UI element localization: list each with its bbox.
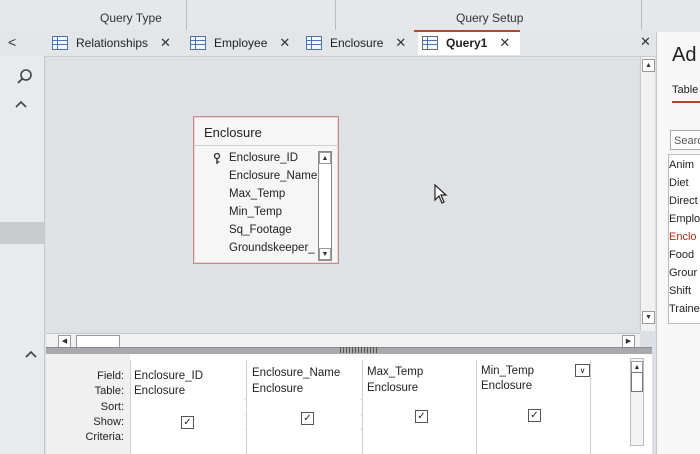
ribbon-separator bbox=[335, 0, 336, 30]
show-checkbox[interactable]: ✓ bbox=[528, 409, 541, 422]
panel-list-item[interactable]: Traine bbox=[669, 303, 700, 315]
row-label-table: Table: bbox=[94, 385, 124, 397]
primary-key-icon bbox=[213, 152, 221, 168]
scroll-up-icon[interactable]: ▲ bbox=[642, 59, 655, 72]
panel-search-input[interactable]: Searc bbox=[670, 130, 700, 150]
chevron-up-icon[interactable] bbox=[24, 346, 38, 364]
panel-list-item[interactable]: Emplo bbox=[669, 213, 700, 225]
show-checkbox[interactable]: ✓ bbox=[415, 410, 428, 423]
scroll-down-icon[interactable]: ▼ bbox=[319, 248, 331, 260]
table-icon bbox=[306, 36, 322, 50]
tab-label: Query1 bbox=[446, 36, 488, 50]
field-list-scrollbar[interactable]: ▲ ▼ bbox=[318, 151, 332, 261]
tab-employee[interactable]: Employee ✕ bbox=[190, 31, 302, 55]
tab-label: Relationships bbox=[76, 36, 149, 50]
chevron-up-icon[interactable] bbox=[14, 96, 28, 114]
tab-underline bbox=[672, 101, 700, 103]
tab-label: Enclosure bbox=[330, 36, 384, 50]
close-icon[interactable]: ✕ bbox=[279, 35, 290, 51]
close-icon[interactable]: ✕ bbox=[160, 35, 171, 51]
mouse-pointer-icon bbox=[434, 183, 448, 209]
field-item[interactable]: Enclosure_ID bbox=[229, 152, 298, 164]
panel-title: Ad bbox=[672, 44, 697, 66]
scroll-up-icon[interactable]: ▲ bbox=[319, 152, 331, 164]
field-cell[interactable]: Min_Temp bbox=[481, 365, 534, 377]
panel-list-item-selected[interactable]: Enclo bbox=[669, 231, 700, 243]
row-label-field: Field: bbox=[97, 370, 124, 382]
ribbon-separator bbox=[186, 0, 187, 30]
active-tab-indicator bbox=[414, 30, 520, 32]
panel-list-item[interactable]: Food bbox=[669, 249, 700, 261]
field-item[interactable]: Groundskeeper_I bbox=[229, 242, 315, 254]
ribbon-group-query-type: Query Type bbox=[100, 11, 162, 25]
scroll-down-icon[interactable]: ▼ bbox=[642, 311, 655, 324]
show-checkbox[interactable]: ✓ bbox=[181, 416, 194, 429]
relationships-icon bbox=[52, 36, 68, 50]
divider bbox=[194, 145, 338, 146]
grid-column[interactable] bbox=[590, 360, 629, 454]
query-icon bbox=[422, 36, 438, 50]
table-cell[interactable]: Enclosure bbox=[481, 380, 532, 392]
table-cell[interactable]: Enclosure bbox=[252, 383, 303, 395]
tab-query1[interactable]: Query1 ✕ bbox=[418, 31, 520, 55]
panel-list-item[interactable]: Shift bbox=[669, 285, 700, 297]
field-list-enclosure[interactable]: Enclosure Enclosure_ID Enclosure_Name Ma… bbox=[193, 116, 339, 264]
close-icon[interactable]: ✕ bbox=[499, 35, 510, 51]
panel-list-item[interactable]: Anim bbox=[669, 159, 700, 171]
panel-list-item[interactable]: Grour bbox=[669, 267, 700, 279]
splitter-grip[interactable] bbox=[340, 347, 378, 353]
row-label-sort: Sort: bbox=[100, 401, 124, 413]
table-icon bbox=[190, 36, 206, 50]
navigation-pane bbox=[0, 56, 45, 454]
close-icon[interactable]: ✕ bbox=[395, 35, 406, 51]
tab-enclosure[interactable]: Enclosure ✕ bbox=[306, 31, 416, 55]
ribbon-group-query-setup: Query Setup bbox=[456, 11, 524, 25]
row-label-criteria: Criteria: bbox=[85, 431, 124, 443]
field-item[interactable]: Enclosure_Name bbox=[229, 170, 317, 182]
query-design-surface[interactable] bbox=[46, 57, 638, 331]
table-cell[interactable]: Enclosure bbox=[367, 382, 418, 394]
panel-list-item[interactable]: Diet bbox=[669, 177, 700, 189]
panel-list-item[interactable]: Direct bbox=[669, 195, 700, 207]
scroll-thumb[interactable] bbox=[631, 372, 643, 392]
tab-relationships[interactable]: Relationships ✕ bbox=[52, 31, 182, 55]
tab-label: Employee bbox=[214, 36, 268, 50]
field-cell[interactable]: Enclosure_Name bbox=[252, 367, 340, 379]
vertical-scrollbar[interactable]: ▲ ▼ bbox=[640, 57, 655, 331]
row-label-show: Show: bbox=[93, 416, 124, 428]
close-document-icon[interactable]: ✕ bbox=[640, 34, 651, 50]
field-item[interactable]: Max_Temp bbox=[229, 188, 285, 200]
table-cell[interactable]: Enclosure bbox=[134, 385, 185, 397]
field-list-title: Enclosure bbox=[204, 125, 262, 140]
show-checkbox[interactable]: ✓ bbox=[301, 412, 314, 425]
field-cell[interactable]: Max_Temp bbox=[367, 366, 423, 378]
chevron-down-icon[interactable]: ∨ bbox=[575, 364, 590, 377]
search-icon[interactable] bbox=[16, 68, 34, 91]
panel-tab-table[interactable]: Table bbox=[672, 84, 698, 96]
collapse-arrow-icon[interactable]: < bbox=[8, 34, 16, 50]
horizontal-scrollbar[interactable]: ◀ ▶ bbox=[46, 333, 640, 348]
field-item[interactable]: Sq_Footage bbox=[229, 224, 292, 236]
nav-selected-item[interactable] bbox=[0, 222, 44, 244]
ribbon-separator bbox=[641, 0, 642, 30]
field-cell[interactable]: Enclosure_ID bbox=[134, 370, 203, 382]
field-item[interactable]: Min_Temp bbox=[229, 206, 282, 218]
